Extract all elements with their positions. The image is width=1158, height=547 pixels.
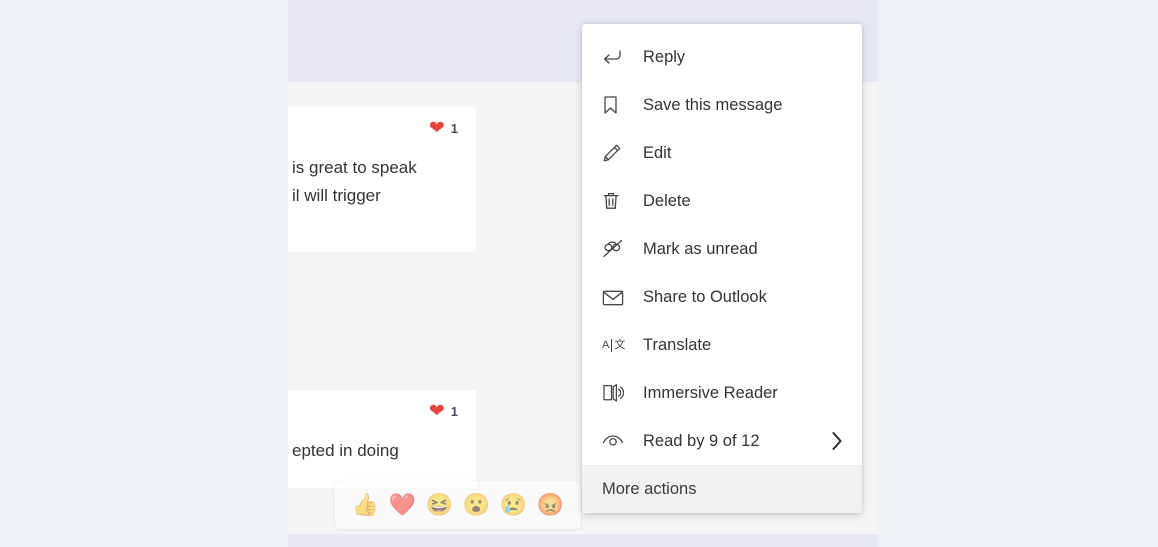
reaction-count: 1 bbox=[450, 121, 458, 136]
envelope-icon bbox=[602, 286, 628, 308]
message-text-line: is great to speak bbox=[292, 158, 417, 177]
thumbs-up-emoji[interactable]: 👍 bbox=[352, 494, 379, 516]
highlighted-message-band-bottom bbox=[288, 534, 878, 547]
menu-item-label: Mark as unread bbox=[643, 239, 758, 258]
menu-item-edit[interactable]: Edit bbox=[582, 129, 862, 177]
bookmark-icon bbox=[602, 94, 628, 116]
menu-item-translate[interactable]: A文 Translate bbox=[582, 321, 862, 369]
message-reaction-badge[interactable]: ❤ 1 bbox=[429, 119, 458, 138]
menu-item-label: Share to Outlook bbox=[643, 287, 767, 306]
message-reaction-badge[interactable]: ❤ 1 bbox=[429, 402, 458, 421]
trash-icon bbox=[602, 190, 628, 212]
reply-arrow-icon bbox=[602, 46, 628, 68]
menu-item-label: Save this message bbox=[643, 95, 783, 114]
emoji-reaction-picker[interactable]: 👍 ❤️ 😆 😮 😢 😡 bbox=[335, 481, 581, 529]
pencil-icon bbox=[602, 142, 628, 164]
menu-item-label: Reply bbox=[643, 47, 686, 66]
translate-icon: A文 bbox=[602, 338, 626, 352]
menu-item-label: Translate bbox=[643, 335, 712, 354]
immersive-reader-icon bbox=[602, 382, 628, 404]
menu-item-reply[interactable]: Reply bbox=[582, 33, 862, 81]
menu-item-label: Read by 9 of 12 bbox=[643, 431, 760, 450]
menu-item-read-by[interactable]: Read by 9 of 12 bbox=[582, 417, 862, 465]
menu-item-label: Delete bbox=[643, 191, 691, 210]
message-text-line: il will trigger bbox=[292, 186, 381, 205]
screen-root: ❤ 1 is great to speak il will trigger ❤ … bbox=[0, 0, 1158, 547]
menu-item-label: Edit bbox=[643, 143, 672, 162]
sad-emoji[interactable]: 😢 bbox=[500, 494, 527, 516]
laugh-emoji[interactable]: 😆 bbox=[426, 494, 453, 516]
menu-item-immersive-reader[interactable]: Immersive Reader bbox=[582, 369, 862, 417]
surprised-emoji[interactable]: 😮 bbox=[463, 494, 490, 516]
menu-item-share-to-outlook[interactable]: Share to Outlook bbox=[582, 273, 862, 321]
reaction-count: 1 bbox=[450, 404, 458, 419]
chevron-right-icon bbox=[830, 430, 844, 452]
menu-item-mark-as-unread[interactable]: Mark as unread bbox=[582, 225, 862, 273]
menu-item-more-actions[interactable]: More actions bbox=[582, 465, 862, 513]
eye-icon bbox=[602, 430, 628, 452]
message-bubble[interactable]: ❤ 1 is great to speak il will trigger bbox=[288, 107, 476, 252]
menu-item-delete[interactable]: Delete bbox=[582, 177, 862, 225]
message-context-menu[interactable]: Reply Save this message Edit Delete Mark… bbox=[582, 24, 862, 513]
heart-emoji[interactable]: ❤️ bbox=[389, 494, 416, 516]
mail-unread-icon bbox=[602, 238, 628, 260]
heart-reaction-icon: ❤ bbox=[428, 401, 445, 422]
message-bubble[interactable]: ❤ 1 epted in doing bbox=[288, 390, 476, 488]
angry-emoji[interactable]: 😡 bbox=[537, 494, 564, 516]
menu-item-label: More actions bbox=[602, 480, 697, 498]
heart-reaction-icon: ❤ bbox=[428, 118, 445, 139]
menu-item-save-this-message[interactable]: Save this message bbox=[582, 81, 862, 129]
message-text-line: epted in doing bbox=[292, 441, 399, 460]
menu-item-label: Immersive Reader bbox=[643, 383, 778, 402]
